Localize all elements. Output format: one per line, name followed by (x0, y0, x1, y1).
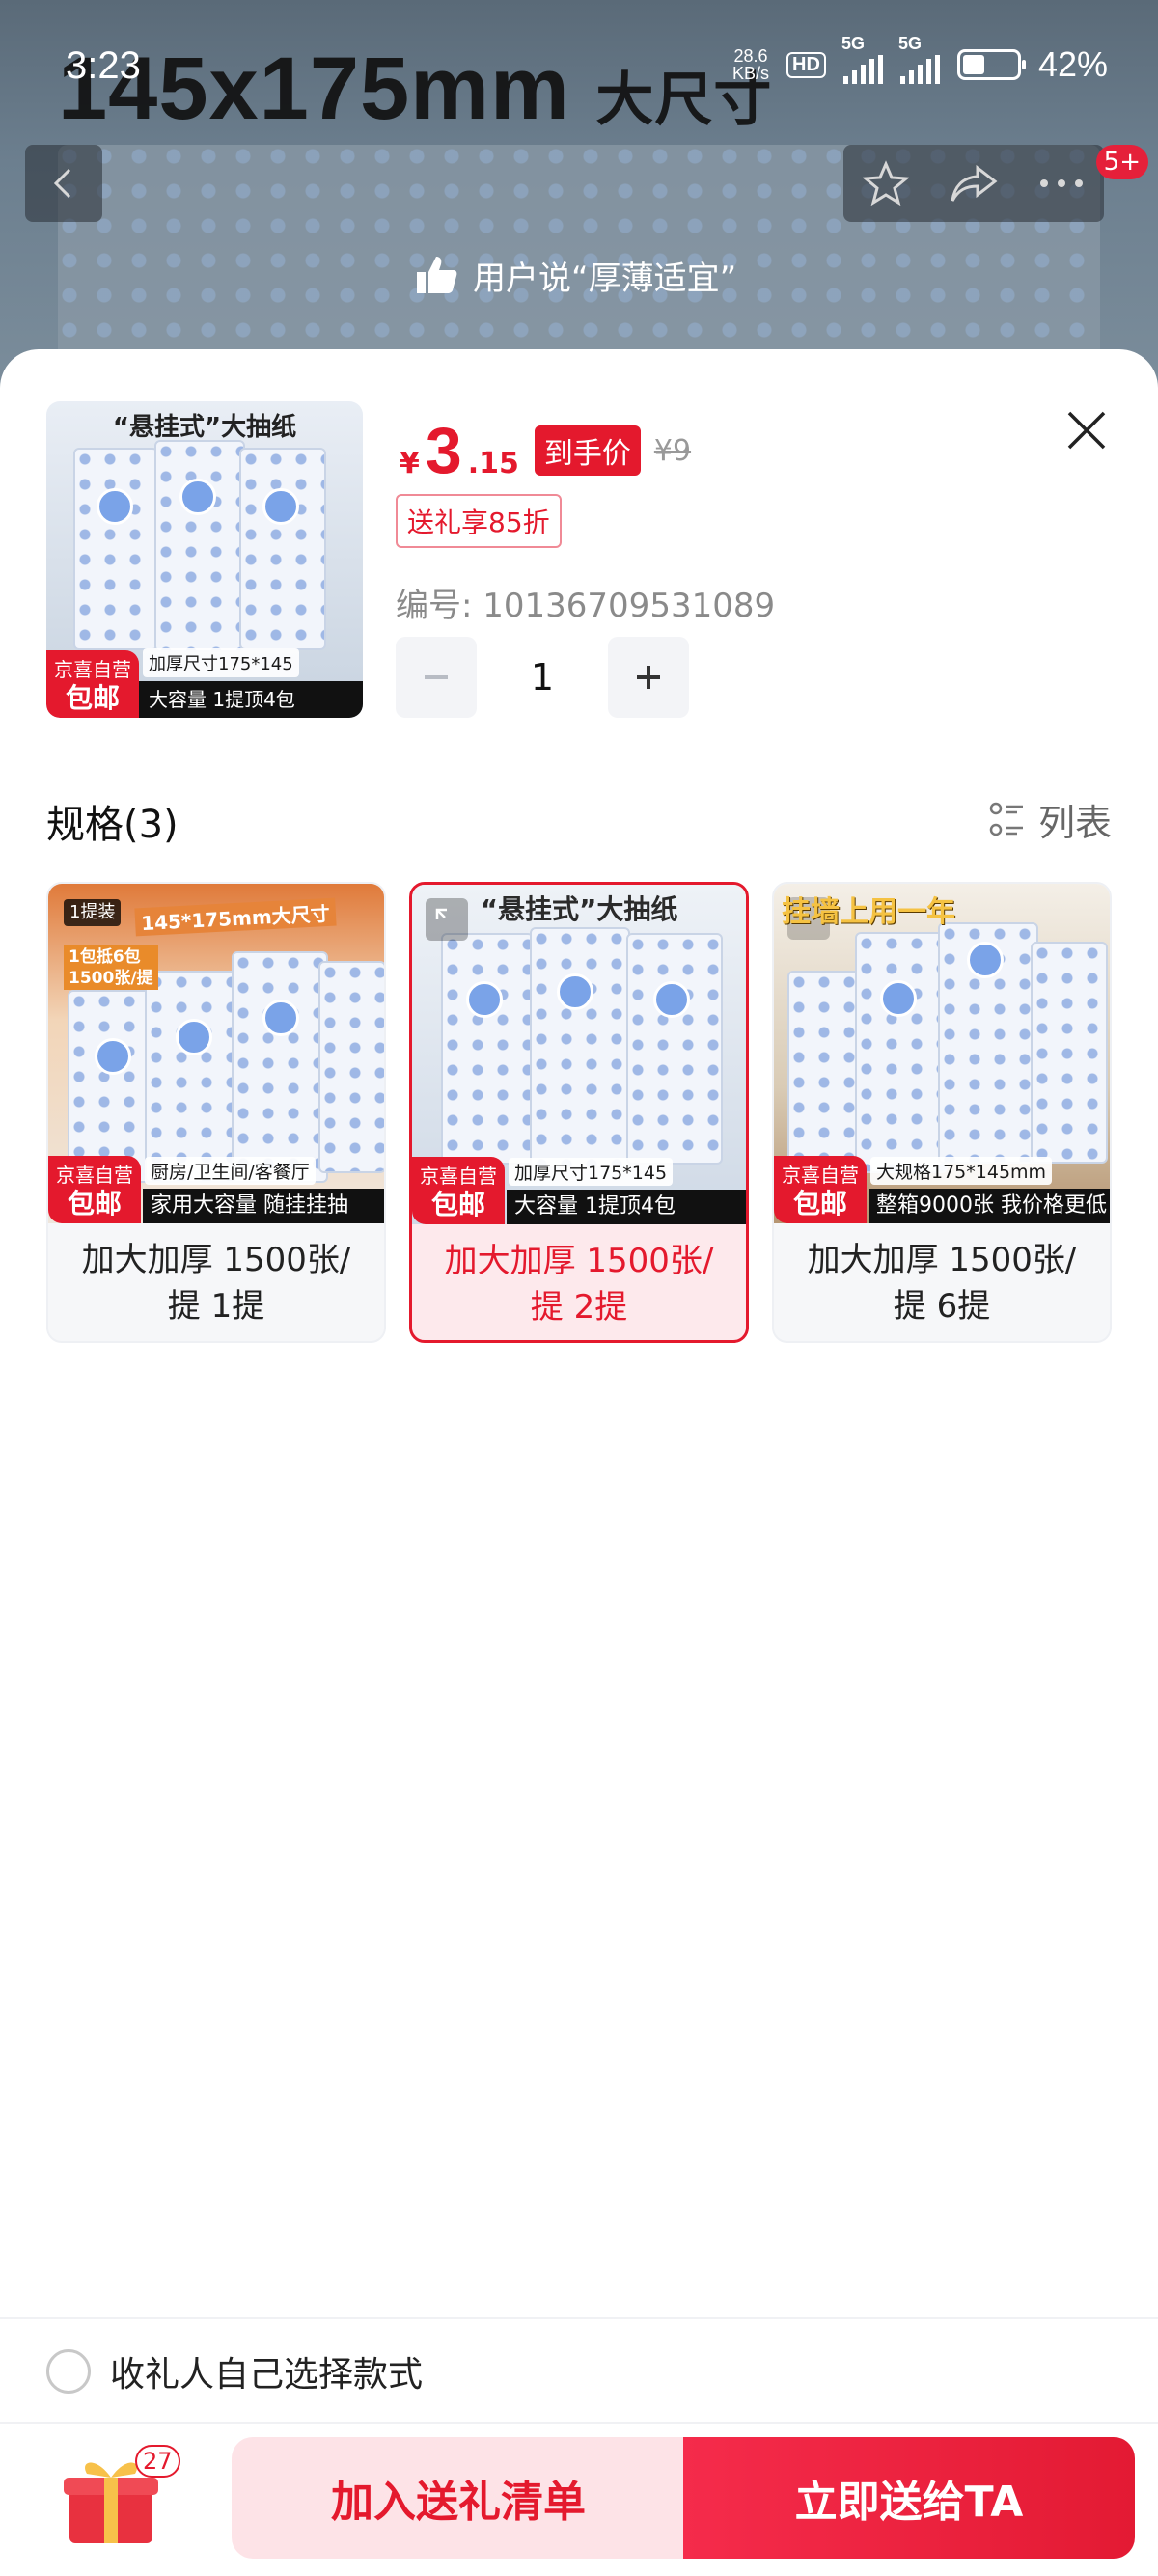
sku-option-3[interactable]: 挂墙上用一年 大规格175*145mm 整箱9000张 我价格更低 京喜自营 包邮… (772, 882, 1112, 1343)
more-icon[interactable] (1038, 178, 1085, 189)
sku-selection-sheet: “悬挂式”大抽纸 加厚尺寸175*145 大容量 1提顶4包 京喜自营 包邮 ¥ … (0, 349, 1158, 2576)
spec-title: 规格(3) (46, 803, 179, 847)
increase-button[interactable] (608, 637, 689, 718)
user-review-pill[interactable]: 用户说“厚薄适宜” (396, 241, 763, 309)
clock: 3:23 (66, 44, 141, 87)
jd-self-operated-badge: 京喜自营 包邮 (774, 1156, 867, 1223)
gift-discount-tag: 送礼享85折 (396, 494, 562, 548)
star-icon[interactable] (863, 160, 910, 206)
original-price: ¥9 (653, 433, 692, 468)
quantity-value[interactable]: 1 (477, 656, 608, 699)
price-row: ¥ 3 .15 到手价 ¥9 (400, 414, 692, 487)
hd-icon: HD (786, 51, 826, 78)
share-icon[interactable] (949, 160, 999, 206)
gift-list-count: 27 (135, 2445, 180, 2478)
signal-icon: 5G (841, 34, 883, 84)
battery-percent: 42% (1037, 44, 1108, 84)
chevron-left-icon (53, 168, 71, 199)
list-icon (989, 802, 1023, 836)
sku-option-1[interactable]: 145*175mm大尺寸 1提装 1包抵6包 1500张/提 厨房/卫生间/客餐… (46, 882, 386, 1343)
decrease-button[interactable] (396, 637, 477, 718)
notification-badge: 5+ (1095, 145, 1148, 179)
top-action-group (843, 145, 1104, 222)
minus-icon (425, 675, 448, 679)
sku-image: 145*175mm大尺寸 1提装 1包抵6包 1500张/提 厨房/卫生间/客餐… (48, 884, 384, 1223)
add-to-gift-list-button[interactable]: 加入送礼清单 (232, 2437, 685, 2559)
jd-self-operated-badge: 京喜自营 包邮 (46, 650, 139, 718)
back-button[interactable] (25, 145, 102, 222)
sku-image: “悬挂式”大抽纸 加厚尺寸175*145 大容量 1提顶4包 京喜自营 包邮 (412, 885, 746, 1224)
close-icon (1067, 411, 1106, 450)
jd-self-operated-badge: 京喜自营 包邮 (412, 1157, 505, 1224)
price-integer: 3 (425, 414, 462, 487)
radio-button[interactable] (46, 2349, 91, 2394)
sku-label: 加大加厚 1500张/ 提 6提 (807, 1241, 1077, 1326)
list-view-toggle[interactable]: 列表 (988, 793, 1112, 846)
network-speed: 28.6 KB/s (732, 46, 770, 83)
sku-image: 挂墙上用一年 大规格175*145mm 整箱9000张 我价格更低 京喜自营 包邮 (774, 884, 1110, 1223)
quantity-stepper: 1 (396, 637, 689, 718)
plus-icon (637, 666, 660, 689)
jd-self-operated-badge: 京喜自营 包邮 (48, 1156, 141, 1223)
status-bar: 3:23 28.6 KB/s HD 5G 5G 42% (0, 0, 1158, 106)
sku-option-2[interactable]: “悬挂式”大抽纸 加厚尺寸175*145 大容量 1提顶4包 京喜自营 包邮 加大… (409, 882, 749, 1343)
final-price-tag: 到手价 (534, 425, 641, 476)
divider (0, 2422, 1158, 2424)
product-thumbnail: “悬挂式”大抽纸 加厚尺寸175*145 大容量 1提顶4包 京喜自营 包邮 (46, 401, 363, 718)
close-button[interactable] (1058, 401, 1116, 459)
recipient-choose-option[interactable]: 收礼人自己选择款式 (46, 2346, 423, 2397)
send-gift-now-button[interactable]: 立即送给TA (683, 2437, 1135, 2559)
divider (0, 2317, 1158, 2319)
price-decimal: .15 (467, 447, 519, 480)
signal-icon: 5G (898, 34, 940, 84)
sku-label: 加大加厚 1500张/ 提 1提 (81, 1241, 351, 1326)
sku-label: 加大加厚 1500张/ 提 2提 (444, 1242, 714, 1327)
sku-code: 编号: 10136709531089 (396, 587, 776, 625)
thumbs-up-icon (417, 257, 457, 293)
battery-icon (956, 49, 1026, 80)
